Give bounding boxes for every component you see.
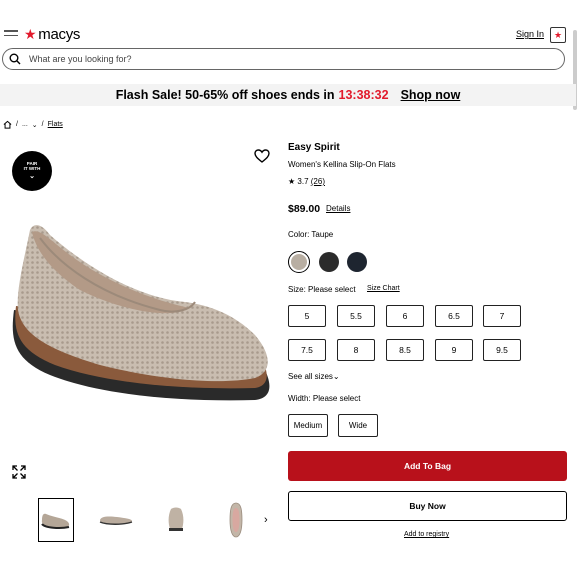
swatch-black[interactable] (319, 252, 339, 272)
rating[interactable]: ★ 3.7 (26) (288, 177, 325, 186)
size-option[interactable]: 7 (483, 305, 521, 327)
sign-in-link[interactable]: Sign In (516, 29, 544, 39)
breadcrumb-flats[interactable]: Flats (48, 121, 63, 128)
swatch-taupe[interactable] (288, 251, 310, 273)
size-option[interactable]: 8.5 (386, 339, 424, 361)
thumbnail-2[interactable] (98, 498, 134, 542)
star-icon: ★ (288, 177, 296, 186)
breadcrumb: / ... ⌄ / Flats (3, 120, 63, 129)
size-option[interactable]: 5 (288, 305, 326, 327)
star-logo-icon: ★ (24, 26, 37, 42)
size-label: Size: Please select (288, 285, 356, 294)
product-brand[interactable]: Easy Spirit (288, 142, 340, 153)
chevron-down-icon[interactable]: ⌄ (32, 121, 38, 129)
thumbnail-4[interactable] (218, 498, 254, 542)
flash-sale-banner: Flash Sale! 50-65% off shoes ends in 13:… (0, 84, 576, 106)
product-image[interactable] (10, 210, 275, 420)
search-icon (9, 53, 21, 65)
size-option[interactable]: 9 (435, 339, 473, 361)
breadcrumb-sep: / (16, 121, 18, 128)
width-label: Width: Please select (288, 394, 361, 403)
shop-now-link[interactable]: Shop now (401, 88, 461, 102)
heart-icon[interactable] (254, 149, 270, 163)
color-label: Color: Taupe (288, 230, 334, 239)
add-to-registry-link[interactable]: Add to registry (404, 531, 449, 538)
bag-star: ★ (553, 29, 563, 40)
thumbnail-strip (38, 498, 278, 542)
thumbnail-3[interactable] (158, 498, 194, 542)
size-option[interactable]: 6.5 (435, 305, 473, 327)
menu-icon[interactable] (4, 30, 18, 40)
pair-it-with-button[interactable]: PAIR IT WITH ⌄ (12, 151, 52, 191)
details-link[interactable]: Details (326, 204, 350, 213)
size-option[interactable]: 9.5 (483, 339, 521, 361)
rating-value: 3.7 (297, 177, 309, 186)
size-option[interactable]: 7.5 (288, 339, 326, 361)
swatch-navy[interactable] (347, 252, 367, 272)
buy-now-button[interactable]: Buy Now (288, 491, 567, 521)
width-option-medium[interactable]: Medium (288, 414, 328, 437)
add-to-bag-button[interactable]: Add To Bag (288, 451, 567, 481)
see-all-sizes-button[interactable]: See all sizes⌄ (288, 372, 340, 381)
size-chart-link[interactable]: Size Chart (367, 285, 400, 292)
see-all-label: See all sizes (288, 372, 333, 381)
product-price: $89.00 (288, 203, 321, 215)
banner-text: Flash Sale! 50-65% off shoes ends in (115, 88, 335, 102)
search-bar[interactable] (2, 48, 565, 70)
size-option[interactable]: 6 (386, 305, 424, 327)
countdown-timer: 13:38:32 (338, 88, 389, 102)
chevron-right-icon[interactable]: › (264, 514, 268, 526)
search-input[interactable] (27, 53, 511, 65)
product-name: Women's Kellina Slip-On Flats (288, 160, 396, 169)
logo-text: macys (38, 26, 81, 43)
size-option[interactable]: 5.5 (337, 305, 375, 327)
breadcrumb-sep: / (41, 121, 44, 128)
home-icon[interactable] (3, 120, 12, 129)
swatch-taupe-fill (291, 254, 307, 270)
chevron-down-icon: ⌄ (332, 372, 340, 381)
size-option[interactable]: 8 (337, 339, 375, 361)
review-count[interactable]: (26) (311, 177, 325, 186)
bag-icon[interactable]: ★ (550, 27, 566, 43)
thumbnail-1[interactable] (38, 498, 74, 542)
chevron-down-icon: ⌄ (29, 173, 35, 181)
breadcrumb-ellipsis[interactable]: ... (22, 121, 28, 128)
macys-logo[interactable]: ★ macys (24, 26, 80, 43)
expand-icon[interactable] (12, 465, 26, 479)
width-option-wide[interactable]: Wide (338, 414, 378, 437)
